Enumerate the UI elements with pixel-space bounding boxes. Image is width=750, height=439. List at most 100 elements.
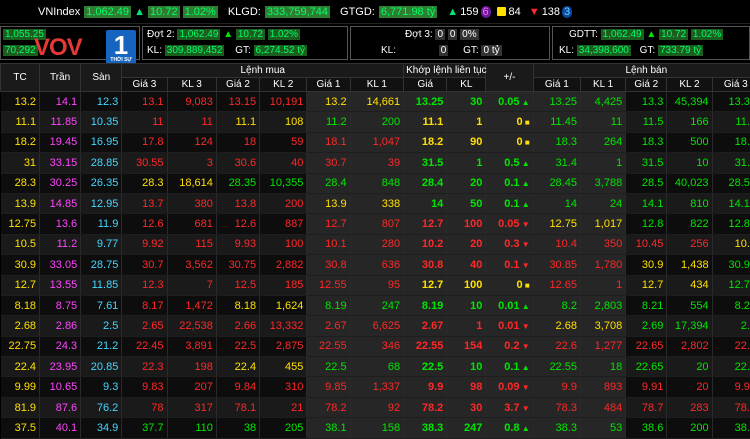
cell-sell-gia3: 12.85: [712, 214, 750, 234]
table-row[interactable]: 37.540.134.937.71103820538.115838.32470.…: [1, 418, 750, 438]
cell-buy-kl2: 10,355: [260, 173, 307, 193]
cell-sell-gia1: 12.65: [533, 275, 580, 295]
cell-change: 0.5: [486, 153, 533, 173]
table-row[interactable]: 9.9910.659.39.832079.843109.851,3379.998…: [1, 377, 750, 397]
cell-buy-gia2: 11.1: [216, 112, 259, 132]
cell-buy-gia3: 37.7: [122, 418, 167, 438]
header-buy-gia2[interactable]: Giá 2: [216, 78, 259, 92]
cell-tc: 10.5: [1, 234, 40, 254]
cell-match-kl: 20: [447, 173, 486, 193]
cell-buy-kl3: 9,083: [167, 92, 216, 112]
cell-sell-kl1: 18: [580, 357, 625, 377]
table-row[interactable]: 2.682.862.52.6522,5382.6613,3322.676,625…: [1, 316, 750, 336]
cell-buy-kl2: 310: [260, 377, 307, 397]
floor-count: 3: [562, 6, 572, 18]
table-row[interactable]: 13.914.8512.9513.738013.820013.933814500…: [1, 193, 750, 213]
index-value: 1,062.49: [84, 6, 131, 18]
cell-buy-gia2: 30.6: [216, 153, 259, 173]
header-san[interactable]: Sàn: [81, 64, 122, 92]
cell-sell-gia2: 28.5: [626, 173, 667, 193]
cell-tc: 18.2: [1, 132, 40, 152]
header-tc[interactable]: TC: [1, 64, 40, 92]
cell-change: 0.01: [486, 295, 533, 315]
cell-buy-gia2: 78.1: [216, 397, 259, 417]
header-match-kl[interactable]: KL: [447, 78, 486, 92]
cell-san: 11.85: [81, 275, 122, 295]
header-sell-kl1[interactable]: KL 1: [580, 78, 625, 92]
cell-tran: 14.1: [40, 92, 81, 112]
cell-buy-kl3: 3,891: [167, 336, 216, 356]
header-sell-gia1[interactable]: Giá 1: [533, 78, 580, 92]
cell-tc: 9.99: [1, 377, 40, 397]
table-row[interactable]: 8.188.757.618.171,4728.181,6248.192478.1…: [1, 295, 750, 315]
cell-sell-kl2: 256: [667, 234, 712, 254]
table-row[interactable]: 10.511.29.779.921159.9310010.128010.2200…: [1, 234, 750, 254]
cell-sell-kl2: 166: [667, 112, 712, 132]
cell-buy-kl1: 95: [350, 275, 404, 295]
cell-buy-gia3: 2.65: [122, 316, 167, 336]
header-sell-kl2[interactable]: KL 2: [667, 78, 712, 92]
index-name: VNIndex: [38, 6, 80, 18]
cell-buy-gia3: 12.3: [122, 275, 167, 295]
cell-match-kl: 247: [447, 418, 486, 438]
cell-change: 0.2: [486, 336, 533, 356]
header-buy-kl2[interactable]: KL 2: [260, 78, 307, 92]
table-row[interactable]: 13.214.112.313.19,08313.1510,19113.214,6…: [1, 92, 750, 112]
table-row[interactable]: 30.933.0528.7530.73,56230.752,88230.8636…: [1, 255, 750, 275]
cell-match-kl: 30: [447, 397, 486, 417]
cell-sell-gia3: 30.95: [712, 255, 750, 275]
cell-buy-kl1: 280: [350, 234, 404, 254]
cell-buy-kl3: 110: [167, 418, 216, 438]
header-plus-minus[interactable]: +/-: [486, 64, 533, 92]
cell-buy-kl3: 681: [167, 214, 216, 234]
table-row[interactable]: 28.330.2526.3528.318,61428.3510,35528.48…: [1, 173, 750, 193]
cell-buy-gia2: 13.8: [216, 193, 259, 213]
cell-sell-gia2: 9.91: [626, 377, 667, 397]
header-buy-kl1[interactable]: KL 1: [350, 78, 404, 92]
round3-kl-label: KL:: [381, 45, 396, 56]
header-tran[interactable]: Trần: [40, 64, 81, 92]
header-sell-gia2[interactable]: Giá 2: [626, 78, 667, 92]
table-row[interactable]: 18.219.4516.9517.8124185918.11,04718.290…: [1, 132, 750, 152]
header-buy-kl3[interactable]: KL 3: [167, 78, 216, 92]
cell-buy-gia3: 30.55: [122, 153, 167, 173]
header-buy-gia1[interactable]: Giá 1: [307, 78, 350, 92]
table-row[interactable]: 11.111.8510.35111111.110811.220011.11011…: [1, 112, 750, 132]
table-row[interactable]: 3133.1528.8530.55330.64030.73931.510.531…: [1, 153, 750, 173]
cell-san: 12.95: [81, 193, 122, 213]
cell-sell-kl2: 200: [667, 418, 712, 438]
cell-buy-gia1: 10.1: [307, 234, 350, 254]
cell-sell-kl2: 45,394: [667, 92, 712, 112]
cell-tran: 13.55: [40, 275, 81, 295]
cell-match-kl: 10: [447, 357, 486, 377]
header-sell-gia3[interactable]: Giá 3: [712, 78, 750, 92]
cell-match-price: 30.8: [404, 255, 447, 275]
cell-buy-kl2: 10,191: [260, 92, 307, 112]
cell-change: 0.05: [486, 92, 533, 112]
round2-label: Đợt 2:: [147, 29, 175, 40]
cell-match-price: 78.2: [404, 397, 447, 417]
table-row[interactable]: 22.7524.321.222.453,89122.52,87522.55346…: [1, 336, 750, 356]
cell-sell-kl1: 24: [580, 193, 625, 213]
cell-sell-kl1: 1: [580, 153, 625, 173]
table-row[interactable]: 12.7513.611.912.668112.688712.780712.710…: [1, 214, 750, 234]
table-row[interactable]: 12.713.5511.8512.3712.518512.559512.7100…: [1, 275, 750, 295]
cell-sell-kl1: 1,277: [580, 336, 625, 356]
round3-kl-value: 0: [439, 45, 449, 56]
cell-buy-gia3: 13.1: [122, 92, 167, 112]
header-buy-gia3[interactable]: Giá 3: [122, 78, 167, 92]
cell-san: 12.3: [81, 92, 122, 112]
cell-match-price: 8.19: [404, 295, 447, 315]
gdtt-label: GDTT:: [569, 29, 598, 40]
round2-change: 10.72: [236, 29, 265, 40]
table-row[interactable]: 22.423.9520.8522.319822.445522.56822.510…: [1, 357, 750, 377]
cell-sell-kl1: 1,017: [580, 214, 625, 234]
header-lenh-mua: Lệnh mua: [122, 64, 404, 78]
round2-kl-label: KL:: [147, 45, 162, 56]
header-match-gia[interactable]: Giá: [404, 78, 447, 92]
table-row[interactable]: 81.987.676.27831778.12178.29278.2303.778…: [1, 397, 750, 417]
cell-buy-kl1: 1,047: [350, 132, 404, 152]
cell-sell-gia1: 22.6: [533, 336, 580, 356]
cell-san: 9.3: [81, 377, 122, 397]
cell-match-kl: 1: [447, 316, 486, 336]
